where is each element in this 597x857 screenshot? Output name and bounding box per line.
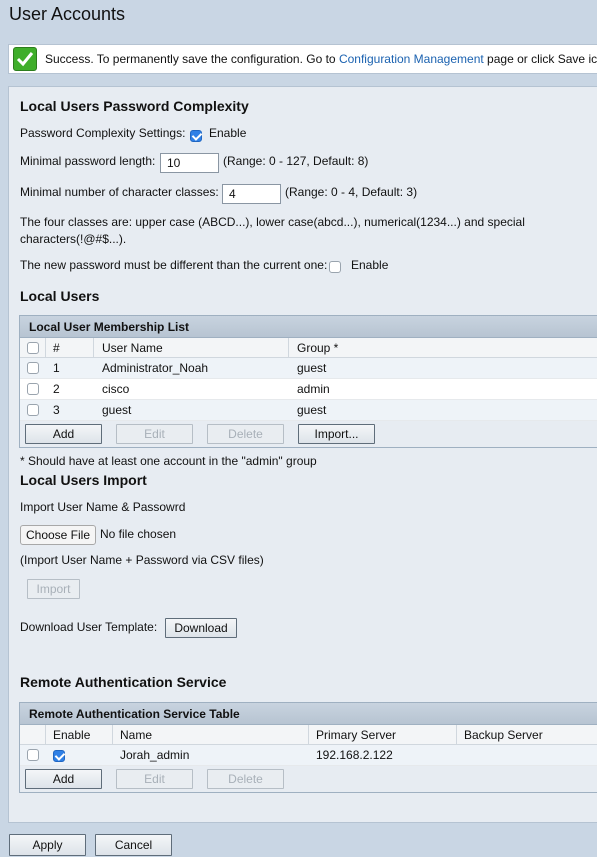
column-header-primary-server: Primary Server: [316, 728, 397, 742]
delete-remote-button[interactable]: Delete: [207, 769, 284, 789]
table-row[interactable]: 1 Administrator_Noah guest: [20, 358, 597, 379]
remote-auth-section-title: Remote Authentication Service: [20, 674, 227, 690]
remote-primary-server: 192.168.2.122: [316, 748, 393, 762]
table-row[interactable]: 3 guest guest: [20, 400, 597, 421]
complexity-section-title: Local Users Password Complexity: [20, 98, 249, 114]
page-title: User Accounts: [9, 4, 126, 24]
edit-remote-button[interactable]: Edit: [116, 769, 193, 789]
import-label: Import User Name & Passowrd: [20, 500, 186, 514]
user-num: 3: [53, 403, 60, 417]
main-panel: Local Users Password Complexity Password…: [8, 86, 597, 823]
user-num: 1: [53, 361, 60, 375]
table-row[interactable]: 2 cisco admin: [20, 379, 597, 400]
select-all-users-checkbox[interactable]: [27, 342, 39, 354]
local-users-table: Local User Membership List # User Name G…: [19, 315, 597, 448]
min-classes-input[interactable]: 4: [222, 184, 281, 204]
add-user-button[interactable]: Add: [25, 424, 102, 444]
complexity-enable-label: Enable: [209, 126, 247, 140]
user-name: guest: [102, 403, 132, 417]
admin-group-note: * Should have at least one account in th…: [20, 454, 317, 468]
min-classes-hint: (Range: 0 - 4, Default: 3): [285, 185, 418, 199]
apply-button[interactable]: Apply: [9, 834, 86, 856]
remote-name: Jorah_admin: [120, 748, 190, 762]
choose-file-button[interactable]: Choose File: [20, 525, 96, 545]
download-template-label: Download User Template:: [20, 620, 158, 634]
user-group: guest: [297, 361, 327, 375]
min-length-input[interactable]: 10: [160, 153, 219, 173]
column-header-group: Group *: [297, 341, 339, 355]
column-header-backup-server: Backup Server: [464, 728, 543, 742]
user-name: cisco: [102, 382, 130, 396]
success-check-icon: [13, 47, 37, 71]
remote-auth-table: Remote Authentication Service Table Enab…: [19, 702, 597, 793]
remote-enable-checkbox[interactable]: [53, 750, 65, 762]
add-remote-button[interactable]: Add: [25, 769, 102, 789]
import-users-button[interactable]: Import...: [298, 424, 375, 444]
local-users-table-caption: Local User Membership List: [20, 316, 597, 338]
configuration-management-link[interactable]: Configuration Management: [339, 52, 484, 66]
user-num: 2: [53, 382, 60, 396]
delete-user-button[interactable]: Delete: [207, 424, 284, 444]
success-text: Success. To permanently save the configu…: [45, 52, 597, 66]
success-text-after: page or click Save icon.: [487, 52, 597, 66]
success-text-before: Success. To permanently save the configu…: [45, 52, 339, 66]
complexity-enable-checkbox[interactable]: [190, 129, 202, 142]
user-group: admin: [297, 382, 330, 396]
classes-note-line1: The four classes are: upper case (ABCD..…: [20, 215, 525, 229]
success-message: Success. To permanently save the configu…: [8, 44, 597, 74]
row-checkbox[interactable]: [27, 749, 39, 761]
column-header-num: #: [53, 341, 60, 355]
remote-auth-button-bar: Add Edit Delete: [20, 766, 597, 792]
import-button[interactable]: Import: [27, 579, 80, 599]
table-row[interactable]: Jorah_admin 192.168.2.122: [20, 745, 597, 766]
different-password-label: The new password must be different than …: [20, 258, 328, 272]
cancel-button[interactable]: Cancel: [95, 834, 172, 856]
remote-auth-table-header: Enable Name Primary Server Backup Server: [20, 725, 597, 745]
row-checkbox[interactable]: [27, 383, 39, 395]
min-length-hint: (Range: 0 - 127, Default: 8): [223, 154, 369, 168]
column-header-enable: Enable: [53, 728, 91, 742]
user-group: guest: [297, 403, 327, 417]
column-header-name: Name: [120, 728, 153, 742]
row-checkbox[interactable]: [27, 404, 39, 416]
classes-note-line2: characters(!@#$...).: [20, 232, 127, 246]
import-hint: (Import User Name + Password via CSV fil…: [20, 553, 264, 567]
user-name: Administrator_Noah: [102, 361, 209, 375]
edit-user-button[interactable]: Edit: [116, 424, 193, 444]
min-classes-label: Minimal number of character classes:: [20, 185, 219, 199]
import-section-title: Local Users Import: [20, 472, 147, 488]
no-file-chosen-text: No file chosen: [100, 527, 177, 541]
column-header-user-name: User Name: [102, 341, 163, 355]
local-users-section-title: Local Users: [20, 288, 100, 304]
local-users-button-bar: Add Edit Delete Import...: [20, 421, 597, 447]
download-button[interactable]: Download: [165, 618, 237, 638]
min-length-label: Minimal password length:: [20, 154, 156, 168]
local-users-table-header: # User Name Group *: [20, 338, 597, 358]
different-password-checkbox[interactable]: [329, 261, 341, 273]
different-password-enable-label: Enable: [351, 258, 389, 272]
row-checkbox[interactable]: [27, 362, 39, 374]
remote-auth-table-caption: Remote Authentication Service Table: [20, 703, 597, 725]
complexity-settings-label: Password Complexity Settings:: [20, 126, 186, 140]
